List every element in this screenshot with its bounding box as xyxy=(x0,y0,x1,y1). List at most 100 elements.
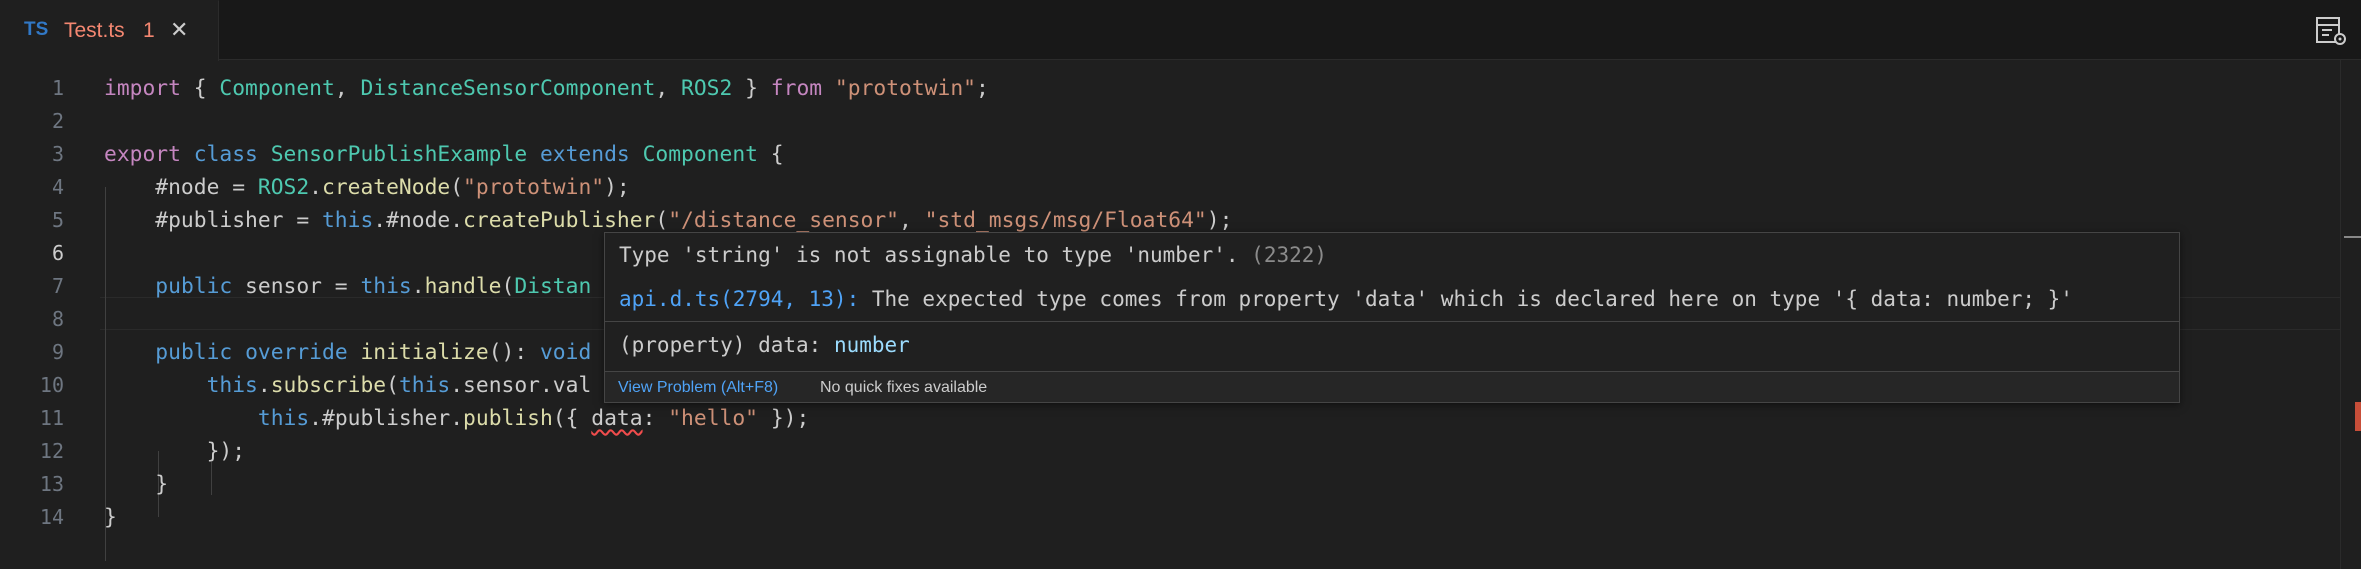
layout-settings-icon[interactable] xyxy=(2314,15,2348,47)
line-code: } xyxy=(104,501,117,534)
code-token: class xyxy=(193,142,258,167)
hover-tooltip: Type 'string' is not assignable to type … xyxy=(604,232,2180,403)
code-token: #publisher = xyxy=(104,208,322,233)
line-number: 8 xyxy=(51,307,64,331)
line-code: this.#publisher.publish({ data: "hello" … xyxy=(104,402,809,435)
cursor-marker xyxy=(2344,236,2361,238)
code-line[interactable]: 12 }); xyxy=(0,435,2340,468)
line-number: 7 xyxy=(51,274,64,298)
code-token: ({ xyxy=(552,406,592,431)
code-token: this xyxy=(360,274,412,299)
line-number: 10 xyxy=(39,373,64,397)
code-line[interactable]: 3 export class SensorPublishExample exten… xyxy=(0,138,2340,171)
code-token: ( xyxy=(386,373,399,398)
line-code: } xyxy=(104,468,168,501)
close-icon[interactable]: ✕ xyxy=(170,18,188,43)
code-line[interactable]: 13 } xyxy=(0,468,2340,501)
line-number: 6 xyxy=(51,241,64,265)
line-number: 12 xyxy=(39,439,64,463)
related-location-link[interactable]: api.d.ts(2794, 13): xyxy=(619,287,859,311)
tab-test-ts[interactable]: TS Test.ts 1 ✕ xyxy=(0,0,219,61)
code-token: ( xyxy=(655,208,669,233)
error-code: (2322) xyxy=(1251,243,1328,267)
code-line[interactable]: 14} xyxy=(0,501,2340,534)
type-signature: (property) data: number xyxy=(619,333,910,357)
code-line[interactable]: 2 xyxy=(0,105,2340,138)
code-token: extends xyxy=(539,142,630,167)
code-token: from xyxy=(770,76,823,101)
code-token: . xyxy=(411,274,425,299)
typescript-file-icon: TS xyxy=(24,19,49,40)
hover-status-bar: View Problem (Alt+F8) No quick fixes ava… xyxy=(605,371,2179,402)
line-number: 13 xyxy=(39,472,64,496)
scrollbar[interactable] xyxy=(2340,60,2341,569)
code-token: (): xyxy=(488,340,540,365)
code-token: }); xyxy=(758,406,810,431)
line-code: public sensor = this.handle(Distan xyxy=(104,270,591,303)
code-token: createNode xyxy=(322,175,451,200)
code-token: ; xyxy=(975,76,989,101)
code-token: #node = xyxy=(104,175,258,200)
view-problem-link[interactable]: View Problem (Alt+F8) xyxy=(618,379,778,397)
code-token: .#publisher. xyxy=(309,406,464,431)
no-quick-fixes-label: No quick fixes available xyxy=(820,379,988,396)
code-token: "prototwin" xyxy=(463,175,605,200)
code-token: ( xyxy=(450,175,464,200)
code-token: createPublisher xyxy=(463,208,656,233)
code-token: , xyxy=(899,208,925,233)
code-token: ROS2 xyxy=(681,76,733,101)
line-code: public override initialize(): void xyxy=(104,336,591,369)
code-line[interactable]: 1 import { Component, DistanceSensorCompo… xyxy=(0,72,2340,105)
code-token: ( xyxy=(501,274,515,299)
line-number: 5 xyxy=(51,208,64,232)
code-token: .#node. xyxy=(373,208,464,233)
line-code: export class SensorPublishExample extend… xyxy=(104,138,784,171)
line-number: 11 xyxy=(39,406,64,430)
error-message: Type 'string' is not assignable to type … xyxy=(619,243,1328,267)
line-number: 2 xyxy=(51,109,64,133)
code-token: ); xyxy=(604,175,630,200)
code-token: } xyxy=(104,505,117,530)
code-token: void xyxy=(539,340,592,365)
code-token: "hello" xyxy=(668,406,758,431)
code-token: override xyxy=(245,340,348,365)
code-token: { xyxy=(757,142,784,167)
code-token: publish xyxy=(463,406,553,431)
code-token: public xyxy=(155,340,233,365)
code-token: }); xyxy=(104,439,246,464)
code-token: this xyxy=(257,406,310,431)
code-token: SensorPublishExample xyxy=(270,142,528,167)
code-token: this xyxy=(321,208,374,233)
divider xyxy=(605,321,2179,322)
code-token: initialize xyxy=(360,340,489,365)
code-line[interactable]: 11 this.#publisher.publish({ data: "hell… xyxy=(0,402,2340,435)
line-code: #node = ROS2.createNode("prototwin"); xyxy=(104,171,630,204)
code-token: ROS2 xyxy=(257,175,310,200)
code-token: : xyxy=(642,406,669,431)
code-token: . xyxy=(309,175,322,200)
code-token: export xyxy=(104,142,181,167)
related-info: api.d.ts(2794, 13): The expected type co… xyxy=(619,287,2073,311)
code-token: . xyxy=(257,373,271,398)
code-token: this xyxy=(398,373,451,398)
code-token: Component xyxy=(219,76,335,101)
tab-problem-count: 1 xyxy=(143,19,155,42)
code-token: .sensor.val xyxy=(450,373,592,398)
line-code: this.subscribe(this.sensor.val xyxy=(104,369,592,402)
line-number: 4 xyxy=(51,175,64,199)
line-number: 1 xyxy=(51,76,64,100)
code-token: this xyxy=(206,373,258,398)
code-token: , xyxy=(334,76,361,101)
code-token: public xyxy=(155,274,233,299)
code-token: import xyxy=(104,76,181,101)
code-line[interactable]: 4 #node = ROS2.createNode("prototwin"); xyxy=(0,171,2340,204)
